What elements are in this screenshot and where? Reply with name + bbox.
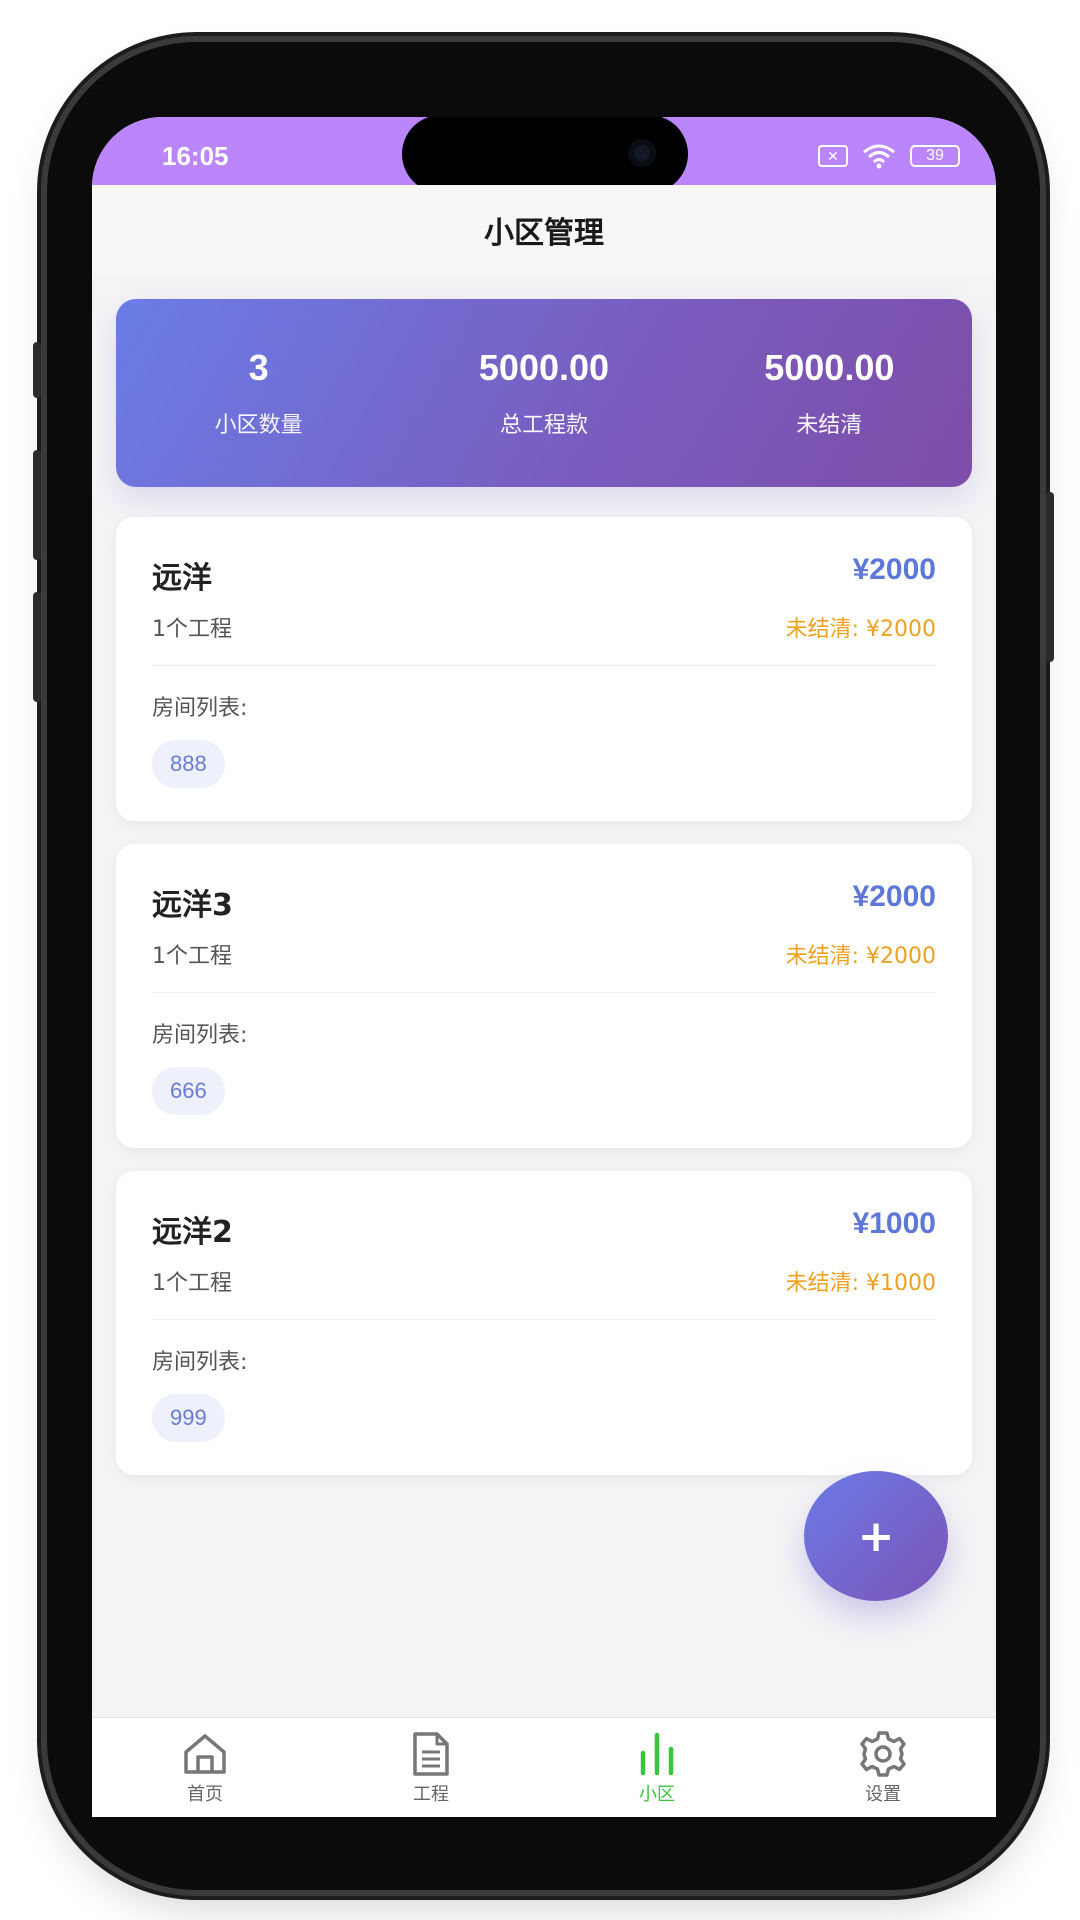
stat-community-count: 3 小区数量 <box>129 347 389 439</box>
power-button <box>1046 492 1054 662</box>
stat-label: 未结清 <box>796 413 863 438</box>
action-button <box>33 342 41 398</box>
home-icon <box>180 1730 230 1778</box>
unpaid-amount: 未结清: ¥2000 <box>785 617 936 642</box>
project-count: 1个工程 <box>152 944 232 969</box>
room-tag[interactable]: 888 <box>152 740 225 788</box>
divider <box>152 992 936 993</box>
community-name: 远洋 <box>152 561 212 596</box>
tab-settings[interactable]: 设置 <box>770 1718 996 1817</box>
volume-down-button <box>33 592 41 702</box>
unpaid-amount: 未结清: ¥1000 <box>785 1271 936 1296</box>
community-amount: ¥1000 <box>852 1207 936 1240</box>
room-tag[interactable]: 999 <box>152 1394 225 1442</box>
rooms-label: 房间列表: <box>152 1023 248 1048</box>
community-name: 远洋3 <box>152 888 233 923</box>
camera-icon <box>628 139 656 167</box>
volume-up-button <box>33 450 41 560</box>
stat-unpaid: 5000.00 未结清 <box>699 347 959 439</box>
tab-label: 设置 <box>865 1784 901 1805</box>
community-card[interactable]: 远洋2 ¥1000 1个工程 未结清: ¥1000 房间列表: 999 <box>116 1171 972 1475</box>
stat-label: 总工程款 <box>499 413 588 438</box>
rooms-label: 房间列表: <box>152 1350 248 1375</box>
stat-total-amount: 5000.00 总工程款 <box>414 347 674 439</box>
app-screen: 16:05 ✕ 39 小区管理 3 小区数量 5000.00 总工程款 5000… <box>92 117 996 1817</box>
community-amount: ¥2000 <box>852 553 936 586</box>
tab-communities[interactable]: 小区 <box>544 1718 770 1817</box>
bottom-tab-bar: 首页 工程 小区 设置 <box>92 1717 996 1817</box>
add-community-button[interactable]: + <box>804 1471 948 1601</box>
page-title: 小区管理 <box>484 216 604 251</box>
document-icon <box>406 1730 456 1778</box>
unpaid-amount: 未结清: ¥2000 <box>785 944 936 969</box>
project-count: 1个工程 <box>152 617 232 642</box>
room-tag[interactable]: 666 <box>152 1067 225 1115</box>
stat-value: 5000.00 <box>478 347 610 388</box>
gear-icon <box>858 1730 908 1778</box>
summary-card: 3 小区数量 5000.00 总工程款 5000.00 未结清 <box>116 299 972 487</box>
divider <box>152 665 936 666</box>
page-header: 小区管理 <box>92 185 996 275</box>
community-card[interactable]: 远洋 ¥2000 1个工程 未结清: ¥2000 房间列表: 888 <box>116 517 972 821</box>
rooms-label: 房间列表: <box>152 696 248 721</box>
sim-icon: ✕ <box>818 145 848 167</box>
tab-label: 小区 <box>639 1784 675 1805</box>
status-icons: ✕ 39 <box>818 143 960 169</box>
community-name: 远洋2 <box>152 1215 233 1250</box>
stat-value: 3 <box>248 347 269 388</box>
stat-label: 小区数量 <box>214 413 303 438</box>
community-card[interactable]: 远洋3 ¥2000 1个工程 未结清: ¥2000 房间列表: 666 <box>116 844 972 1148</box>
wifi-icon <box>863 144 895 169</box>
battery-icon: 39 <box>910 145 960 167</box>
community-amount: ¥2000 <box>852 880 936 913</box>
divider <box>152 1319 936 1320</box>
tab-label: 首页 <box>187 1784 223 1805</box>
tab-label: 工程 <box>413 1784 449 1805</box>
status-time: 16:05 <box>162 141 229 171</box>
bar-chart-icon <box>632 1730 682 1778</box>
stat-value: 5000.00 <box>764 347 895 388</box>
tab-home[interactable]: 首页 <box>92 1718 318 1817</box>
dynamic-island <box>402 117 688 193</box>
project-count: 1个工程 <box>152 1271 232 1296</box>
tab-projects[interactable]: 工程 <box>318 1718 544 1817</box>
